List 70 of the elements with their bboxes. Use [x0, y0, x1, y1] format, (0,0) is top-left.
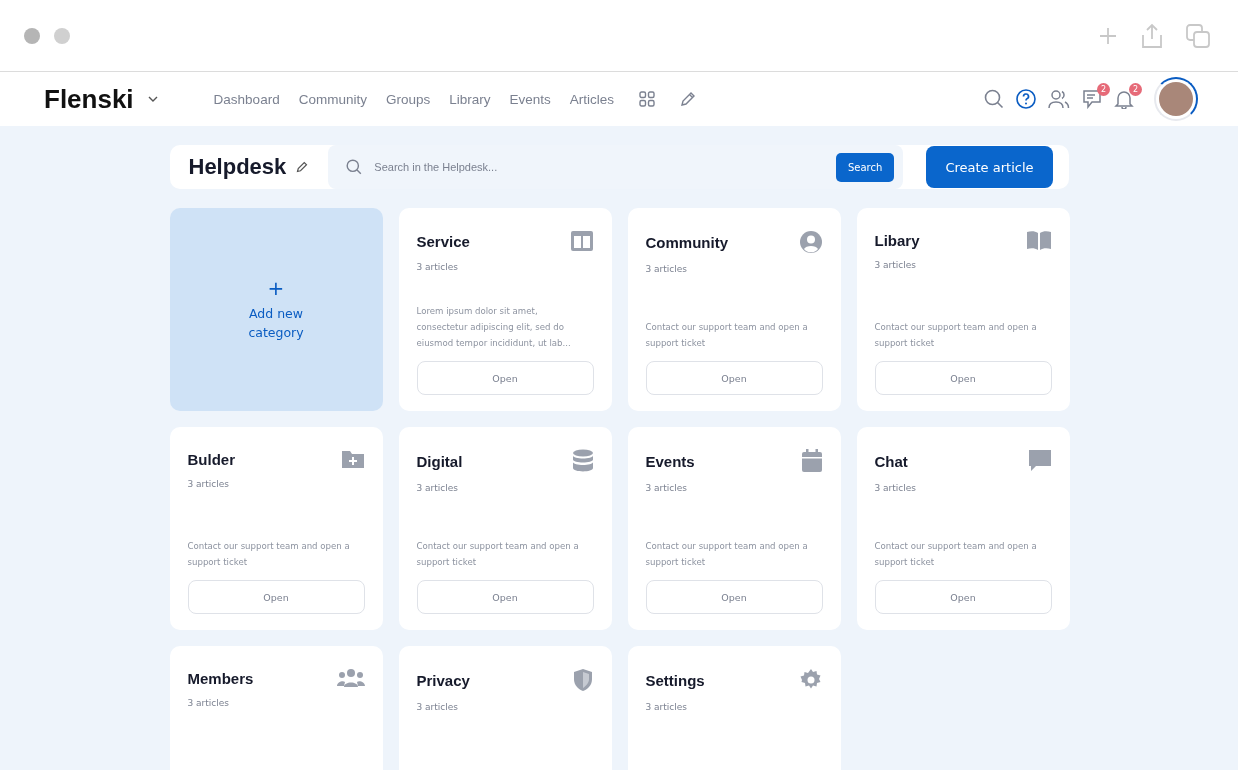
open-button[interactable]: Open — [874, 580, 1052, 614]
nav-link[interactable]: Groups — [385, 91, 431, 107]
nav-link[interactable]: Dashboard — [213, 91, 280, 107]
category-description: Lorem ipsum dolor sit amet, consectetur adipiscing elit, sed do eiusmod tempor incididunt, ut lab... — [416, 305, 572, 350]
user-icon — [798, 230, 823, 254]
category-description: Contact our support team and open a support ticket — [645, 321, 809, 350]
article-count: 3 articles — [645, 483, 688, 493]
grid-icon[interactable] — [639, 91, 655, 107]
category-description: Contact our support team and open a support ticket — [187, 540, 351, 569]
users-icon[interactable] — [1048, 89, 1070, 109]
open-button[interactable]: Open — [874, 361, 1052, 395]
article-count: 3 articles — [874, 483, 917, 493]
category-title: Members — [187, 669, 254, 687]
database-icon — [571, 449, 594, 473]
columns-icon — [569, 230, 594, 252]
help-icon[interactable] — [1016, 89, 1036, 109]
shield-icon — [571, 668, 594, 692]
article-count: 3 articles — [187, 479, 230, 489]
category-description: Contact our support team and open a support ticket — [874, 321, 1038, 350]
open-button[interactable]: Open — [416, 580, 594, 614]
category-title: Service — [416, 232, 470, 250]
nav-link[interactable]: Community — [298, 91, 367, 107]
category-title: Community — [645, 233, 728, 251]
search-icon[interactable] — [984, 89, 1004, 109]
notification-badge: 2 — [1129, 83, 1142, 96]
book-icon — [1025, 230, 1052, 250]
search-icon — [346, 159, 363, 175]
pencil-icon[interactable] — [680, 91, 696, 107]
category-title: Bulder — [187, 450, 235, 468]
open-button[interactable]: Open — [187, 580, 365, 614]
calendar-icon — [800, 449, 823, 473]
category-title: Settings — [645, 671, 705, 689]
category-title: Libary — [874, 231, 920, 249]
category-description: Contact our support team and open a support ticket — [416, 540, 580, 569]
brand-logo[interactable]: Flenski — [44, 83, 134, 115]
category-title: Digital — [416, 452, 463, 470]
avatar[interactable] — [1154, 77, 1198, 121]
open-button[interactable]: Open — [645, 580, 823, 614]
open-button[interactable]: Open — [416, 361, 594, 395]
chevron-down-icon[interactable] — [147, 96, 158, 102]
bell-icon[interactable] — [1114, 89, 1134, 109]
pencil-icon[interactable] — [296, 161, 309, 173]
category-description: Contact our support team and open a support ticket — [645, 540, 809, 569]
page-title: Helpdesk — [188, 154, 287, 180]
nav-link[interactable]: Library — [449, 91, 491, 107]
category-title: Privacy — [416, 671, 470, 689]
nav-link[interactable]: Events — [509, 91, 551, 107]
notification-badge: 2 — [1097, 83, 1110, 96]
open-button[interactable]: Open — [645, 361, 823, 395]
article-count: 3 articles — [874, 260, 917, 270]
chat-icon[interactable] — [1082, 89, 1102, 109]
article-count: 3 articles — [416, 262, 459, 272]
article-count: 3 articles — [416, 702, 459, 712]
add-category-tile[interactable]: + Add new category — [169, 208, 383, 411]
article-count: 3 articles — [645, 702, 688, 712]
window-dot[interactable] — [24, 27, 40, 44]
window-dot[interactable] — [54, 27, 70, 44]
folder-plus-icon — [340, 449, 365, 469]
article-count: 3 articles — [416, 483, 459, 493]
nav-link[interactable]: Articles — [569, 91, 614, 107]
search-button[interactable]: Search — [835, 152, 895, 182]
search-field[interactable]: Search in the Helpdesk... Search — [328, 145, 904, 189]
article-count: 3 articles — [187, 698, 230, 708]
article-count: 3 articles — [645, 264, 688, 274]
users-icon — [336, 668, 365, 688]
category-title: Chat — [874, 452, 908, 470]
chat-bubble-icon — [1027, 449, 1052, 473]
category-description: Contact our support team and open a support ticket — [874, 540, 1038, 569]
category-title: Events — [645, 452, 695, 470]
create-article-button[interactable]: Create article — [926, 146, 1053, 188]
